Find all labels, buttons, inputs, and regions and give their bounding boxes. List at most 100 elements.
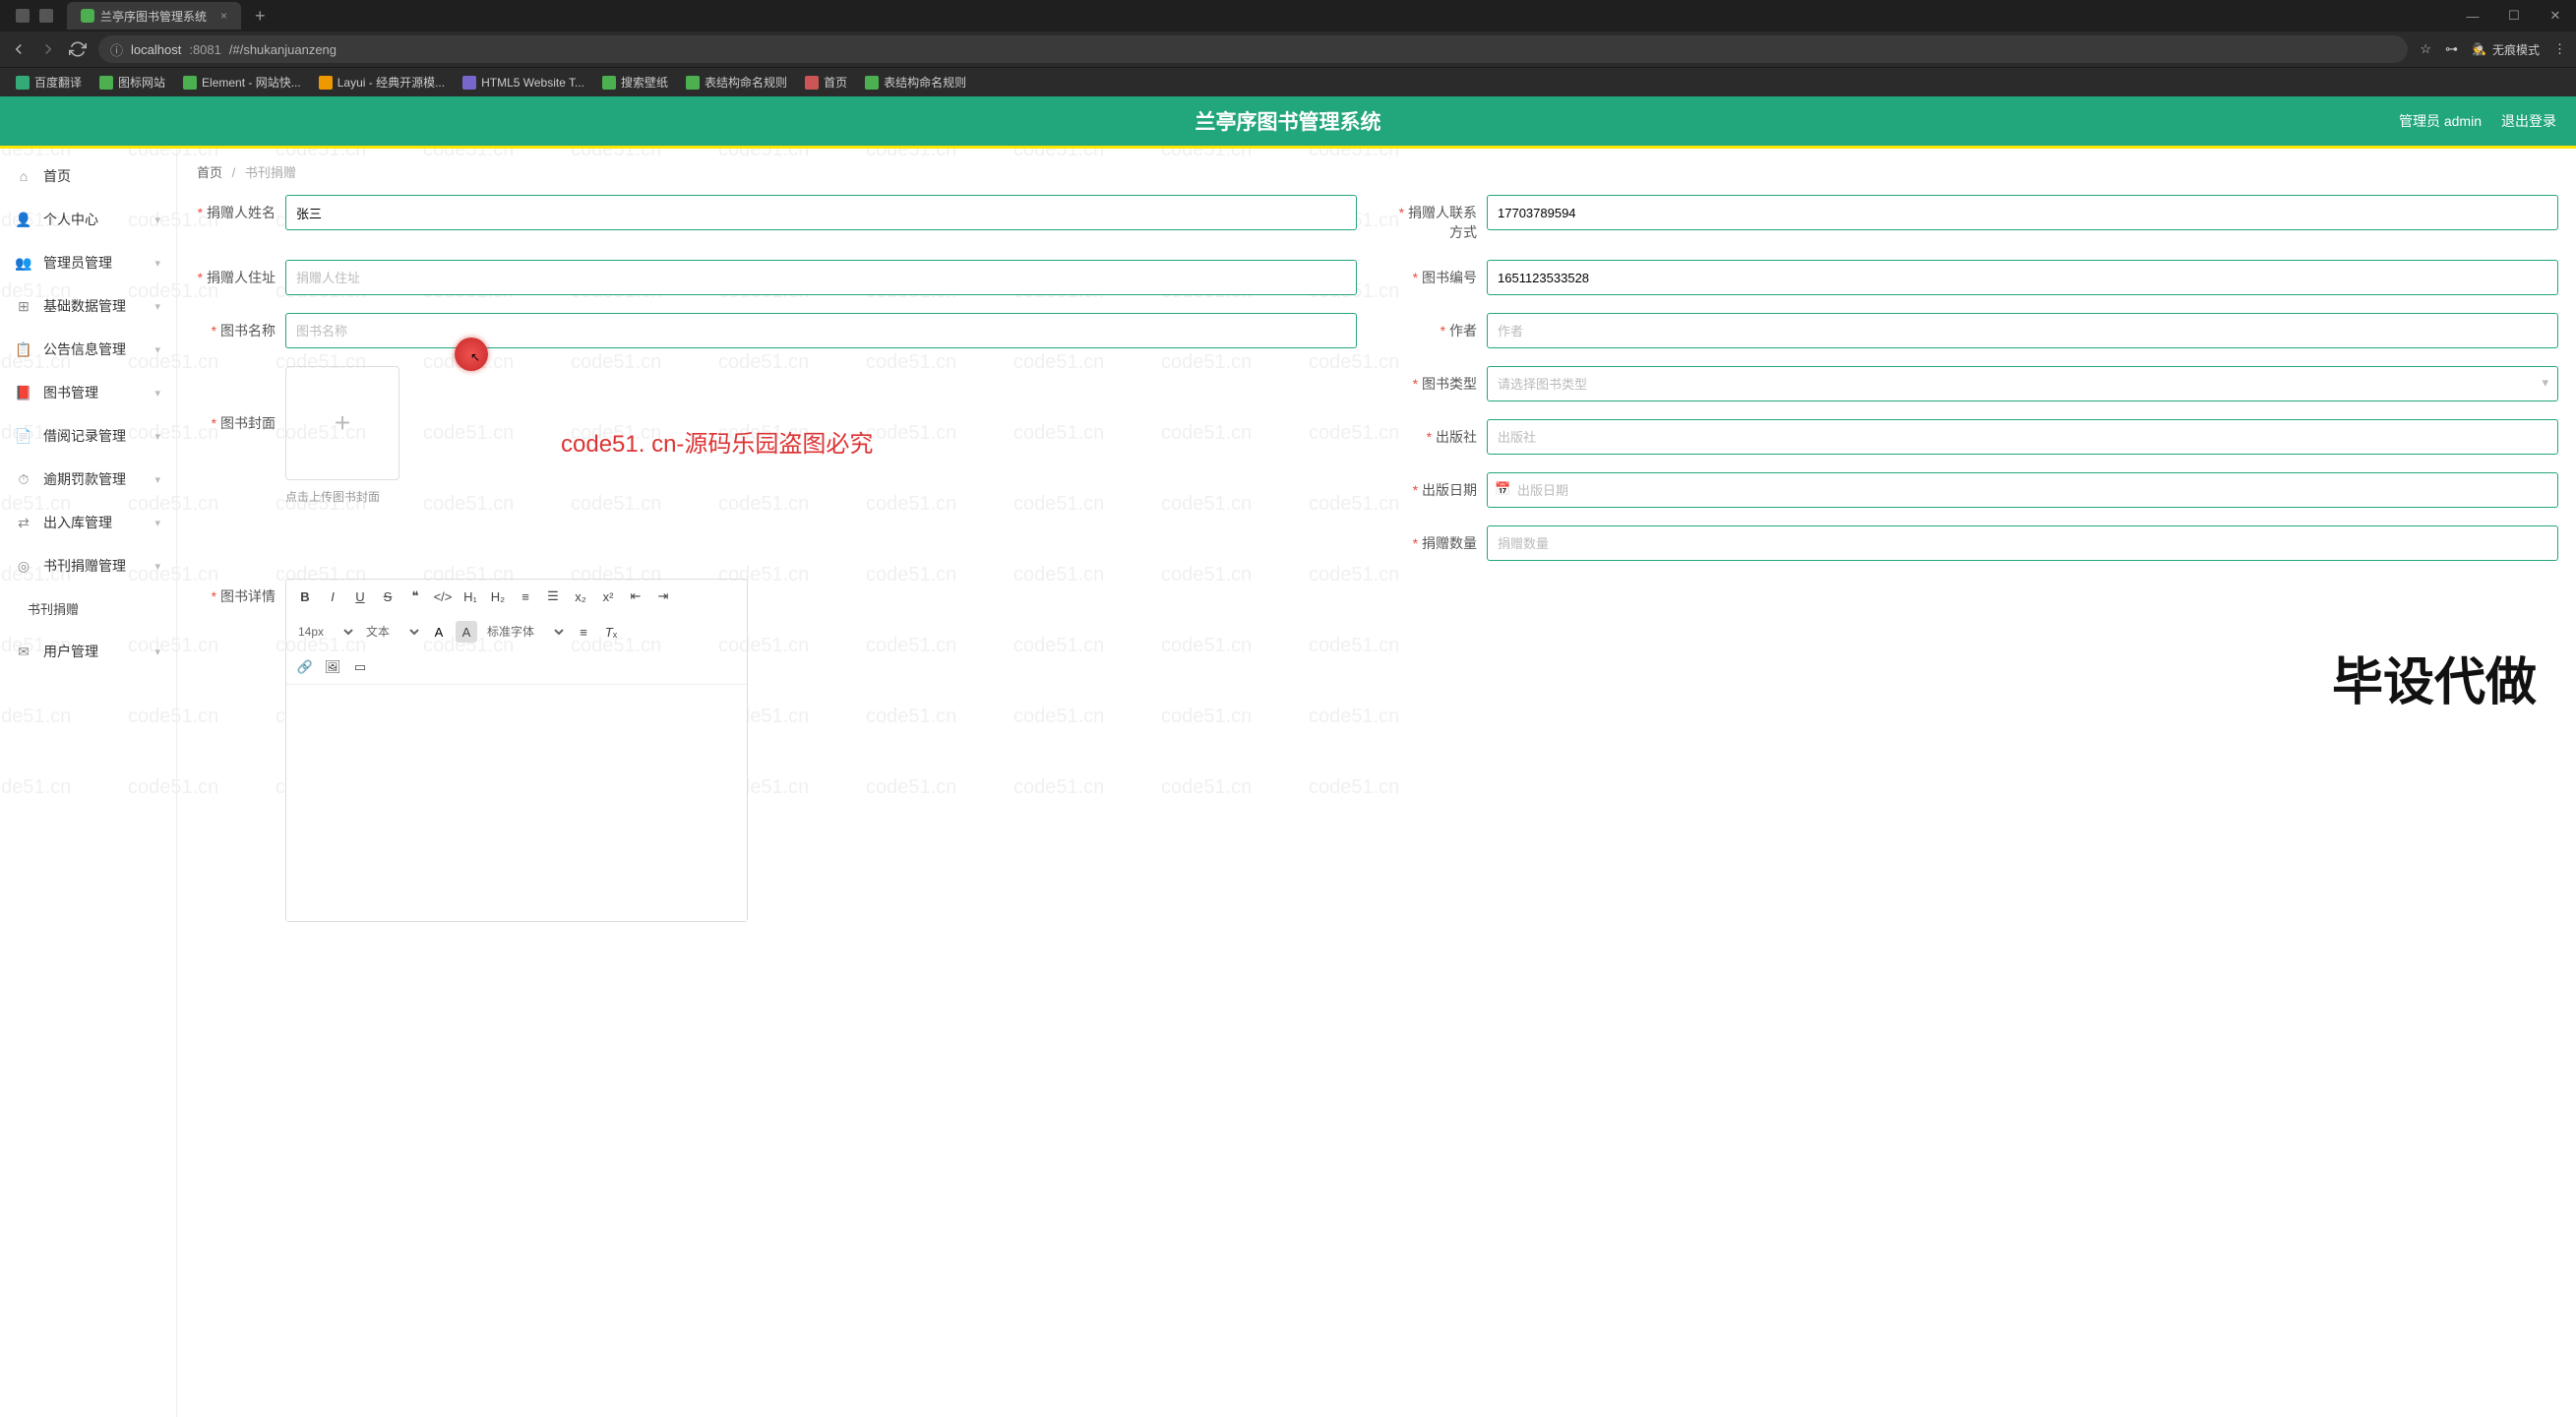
reload-button[interactable] [69,40,87,58]
new-tab-button[interactable]: + [249,6,272,27]
chevron-down-icon: ▾ [154,257,160,270]
bookmark[interactable]: Layui - 经典开源模... [313,71,451,93]
sidebar-item-label: 出入库管理 [43,513,112,532]
url-host: localhost [131,42,181,57]
underline-button[interactable]: U [349,585,371,607]
bold-button[interactable]: B [294,585,316,607]
sidebar-item[interactable]: ⇄出入库管理▾ [0,501,176,544]
close-window-button[interactable]: ✕ [2535,0,2576,31]
font-size-select[interactable]: 14px [294,621,356,643]
bookmarks-bar: 百度翻译 图标网站 Element - 网站快... Layui - 经典开源模...… [0,67,2576,96]
bg-color-button[interactable]: A [456,621,477,643]
ul-button[interactable]: ☰ [542,585,564,607]
video-button[interactable]: ▭ [349,656,371,678]
h1-button[interactable]: H₁ [460,585,481,607]
sidebar-item[interactable]: ◎书刊捐赠管理▾ [0,544,176,587]
bookmark[interactable]: 表结构命名规则 [859,71,972,93]
book-code-input[interactable] [1487,260,2558,295]
sidebar-item[interactable]: ⏱逾期罚款管理▾ [0,458,176,501]
link-button[interactable]: 🔗 [294,656,316,678]
sidebar-item[interactable]: ⊞基础数据管理▾ [0,284,176,328]
bookmark[interactable]: HTML5 Website T... [457,73,590,92]
ol-button[interactable]: ≡ [515,585,536,607]
sidebar-item[interactable]: ⌂首页 [0,154,176,198]
tab-bar: 兰亭序图书管理系统 × + — ☐ ✕ [0,0,2576,31]
cover-hint: 点击上传图书封面 [285,488,1357,505]
forward-button[interactable] [39,40,57,58]
favicon-icon [81,9,94,23]
donor-address-input[interactable] [285,260,1357,295]
calendar-icon: 📅 [1495,481,1510,497]
fine-icon: ⏱ [16,471,31,487]
chevron-down-icon: ▾ [154,214,160,226]
bookmark[interactable]: 表结构命名规则 [680,71,793,93]
browser-chrome: 兰亭序图书管理系统 × + — ☐ ✕ ⓘ localhost:8081/#/s… [0,0,2576,96]
book-type-select[interactable] [1487,366,2558,401]
incognito-indicator: 🕵 无痕模式 [2472,41,2540,58]
label-cover: 图书封面 [195,366,285,433]
strike-button[interactable]: S [377,585,399,607]
sidebar-item[interactable]: 📄借阅记录管理▾ [0,414,176,458]
bookmark[interactable]: Element - 网站快... [177,71,307,93]
sub-button[interactable]: x₂ [570,585,591,607]
bookmark-icon [462,76,476,90]
label-publisher: 出版社 [1396,419,1487,447]
italic-button[interactable]: I [322,585,343,607]
cover-upload[interactable]: + [285,366,399,480]
publisher-input[interactable] [1487,419,2558,455]
menu-icon[interactable]: ⋮ [2553,41,2566,57]
bookmark[interactable]: 搜索壁纸 [596,71,674,93]
sidebar-item[interactable]: 📋公告信息管理▾ [0,328,176,371]
font-family-select[interactable]: 标准字体 [483,621,567,643]
breadcrumb-home[interactable]: 首页 [197,165,222,180]
code-button[interactable]: </> [432,585,454,607]
bookmark[interactable]: 图标网站 [93,71,171,93]
browser-tab[interactable]: 兰亭序图书管理系统 × [67,2,241,30]
bookmark[interactable]: 首页 [799,71,853,93]
pub-date-picker[interactable]: 📅 [1487,472,2558,508]
image-button[interactable]: 🖼 [322,656,343,678]
sidebar-item[interactable]: 书刊捐赠 [0,587,176,630]
sidebar: ⌂首页👤个人中心▾👥管理员管理▾⊞基础数据管理▾📋公告信息管理▾📕图书管理▾📄借… [0,149,177,1417]
sup-button[interactable]: x² [597,585,619,607]
sidebar-item[interactable]: 👥管理员管理▾ [0,241,176,284]
sidebar-item[interactable]: ✉用户管理▾ [0,630,176,673]
h2-button[interactable]: H₂ [487,585,509,607]
label-donor-address: 捐赠人住址 [195,260,285,287]
app-header: 兰亭序图书管理系统 管理员 admin 退出登录 [0,96,2576,146]
chevron-down-icon: ▾ [154,387,160,400]
align-button[interactable]: ≡ [573,621,594,643]
donor-contact-input[interactable] [1487,195,2558,230]
sidebar-item[interactable]: 📕图书管理▾ [0,371,176,414]
main-layout: code51.cncode51.cncode51.cncode51.cncode… [0,149,2576,1417]
key-icon[interactable]: ⊶ [2445,41,2458,57]
url-input[interactable]: ⓘ localhost:8081/#/shukanjuanzeng [98,35,2408,63]
home-icon: ⌂ [16,168,31,184]
bookmark[interactable]: 百度翻译 [10,71,88,93]
chevron-down-icon: ▾ [154,343,160,356]
maximize-button[interactable]: ☐ [2493,0,2535,31]
outdent-button[interactable]: ⇥ [652,585,674,607]
borrow-icon: 📄 [16,428,31,444]
minimize-button[interactable]: — [2452,0,2493,31]
sidebar-item-label: 公告信息管理 [43,339,126,359]
user-label[interactable]: 管理员 admin [2399,111,2482,131]
donor-name-input[interactable] [285,195,1357,230]
editor-body[interactable] [286,685,747,921]
quote-button[interactable]: ❝ [404,585,426,607]
bookmark-label: 图标网站 [118,74,165,91]
content: 首页 / 书刊捐赠 捐赠人姓名 捐赠人联系方式 捐赠人住址 图书编号 [177,149,2576,1417]
author-input[interactable] [1487,313,2558,348]
indent-button[interactable]: ⇤ [625,585,646,607]
donate-qty-input[interactable] [1487,525,2558,561]
text-color-button[interactable]: A [428,621,450,643]
back-button[interactable] [10,40,28,58]
logout-link[interactable]: 退出登录 [2501,111,2556,131]
clear-format-button[interactable]: Tₓ [600,621,622,643]
book-name-input[interactable] [285,313,1357,348]
text-type-select[interactable]: 文本 [362,621,422,643]
tab-close-icon[interactable]: × [220,9,227,23]
star-icon[interactable]: ☆ [2420,41,2431,57]
label-book-name: 图书名称 [195,313,285,340]
sidebar-item[interactable]: 👤个人中心▾ [0,198,176,241]
